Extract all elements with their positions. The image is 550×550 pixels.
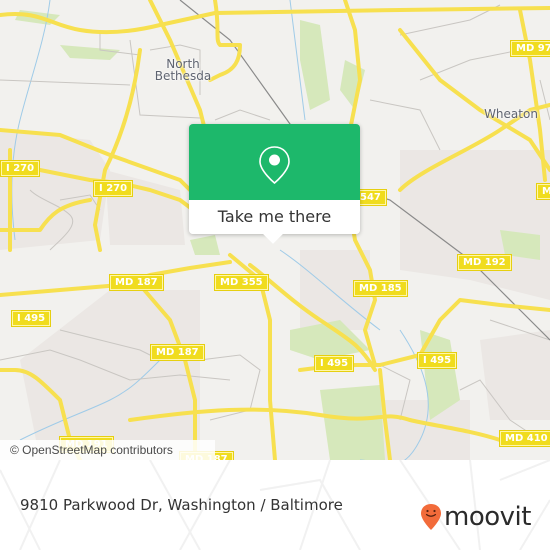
road-shield: MD 185 (354, 281, 407, 296)
road-shield: I 495 (12, 311, 51, 326)
road-shield: I 270 (94, 181, 133, 196)
road-shield: MD 192 (458, 255, 511, 270)
moovit-wordmark: moovit (444, 502, 531, 532)
place-label-line: Bethesda (154, 69, 212, 83)
moovit-smiley-pin-icon (421, 504, 441, 530)
place-label-wheaton: Wheaton (484, 107, 538, 121)
place-label-north-bethesda: North Bethesda (148, 58, 218, 82)
road-shield: I 495 (315, 356, 354, 371)
road-shield: MD 187 (110, 275, 163, 290)
road-shield: MD 410 (500, 431, 550, 446)
map-attribution[interactable]: © OpenStreetMap contributors (0, 440, 215, 460)
address-label: 9810 Parkwood Dr, Washington / Baltimore (20, 496, 343, 514)
map-pin-icon (259, 146, 290, 184)
take-me-there-popup[interactable]: Take me there (189, 124, 360, 244)
take-me-there-button[interactable]: Take me there (189, 200, 360, 234)
road-shield: I 270 (1, 161, 40, 176)
road-shield: M (537, 184, 550, 199)
moovit-logo: moovit (420, 503, 531, 531)
road-shield: MD 97 (511, 41, 550, 56)
road-shield: MD 187 (151, 345, 204, 360)
road-shield: MD 355 (215, 275, 268, 290)
popup-header (189, 124, 360, 200)
road-shield: I 495 (418, 353, 457, 368)
